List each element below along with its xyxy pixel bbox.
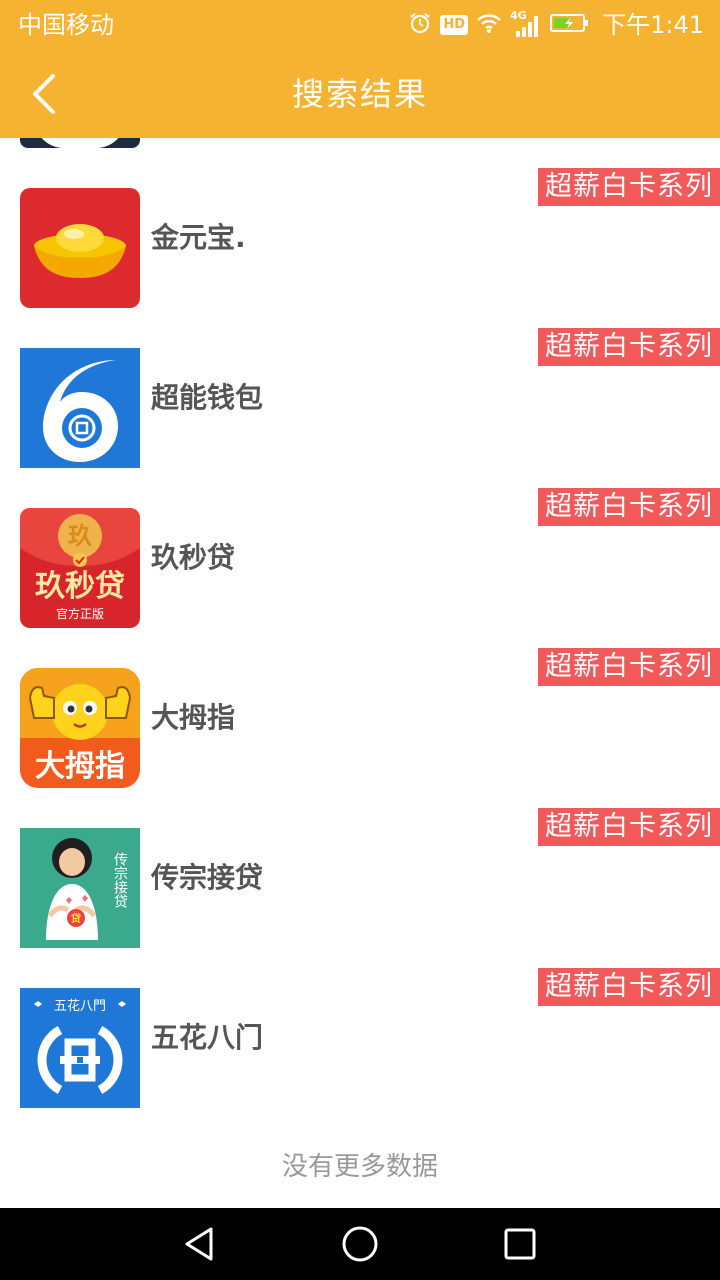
list-item[interactable]: 大拇指 大拇指 超薪白卡系列 [0,648,720,808]
icon-coin-text: 玖 [68,522,92,550]
system-recents-button[interactable] [475,1208,565,1280]
icon-title-text: 五花八門 [54,998,106,1014]
series-tag: 超薪白卡系列 [538,808,720,846]
app-name: 玖秒贷 [151,541,236,574]
chuanzong-app-icon: 贷 传宗接贷 [20,828,140,948]
icon-vertical-text: 传宗接贷 [112,852,128,908]
home-circle-icon [342,1226,378,1262]
alarm-icon [408,11,432,39]
jiumiaodai-app-icon: 玖 玖秒贷 官方正版 [20,508,140,628]
page-title: 搜索结果 [291,75,428,113]
hd-icon: HD [440,15,469,35]
icon-subtitle-text: 官方正版 [56,606,104,621]
wifi-icon [476,12,502,38]
list-item[interactable]: 金元宝. 超薪白卡系列 [0,168,720,328]
list-item[interactable]: 超能钱包 超薪白卡系列 [0,328,720,488]
no-more-data-text: 没有更多数据 [281,1152,438,1182]
recents-square-icon [504,1228,536,1260]
icon-title-text: 大拇指 [35,749,125,784]
status-bar: 中国移动 HD 4G 下午1:41 [0,0,720,50]
super-wallet-app-icon [20,348,140,468]
system-home-button[interactable] [315,1208,405,1280]
app-name: 超能钱包 [151,381,264,414]
series-tag: 超薪白卡系列 [538,488,720,526]
icon-title-text: 玖秒贷 [35,569,125,604]
list-item[interactable]: 贷 传宗接贷 传宗接贷 超薪白卡系列 [0,808,720,968]
series-tag: 超薪白卡系列 [538,968,720,1006]
status-time: 下午1:41 [602,11,704,39]
status-icons: HD 4G 下午1:41 [408,8,704,42]
battery-charging-icon [550,12,590,38]
app-name: 金元宝. [151,221,246,254]
app-name: 大拇指 [151,701,236,734]
list-item[interactable]: 五花八門 五花八门 超薪白卡系列 [0,968,720,1128]
series-tag: 超薪白卡系列 [538,168,720,206]
signal-icon: 4G [510,9,542,39]
thumbs-up-app-icon: 大拇指 [20,668,140,788]
system-navigation-bar [0,1208,720,1280]
system-back-button[interactable] [155,1208,245,1280]
results-list[interactable]: 金元宝. 超薪白卡系列 超能钱包 超薪白卡系列 玖 玖秒贷 官方正版 玖秒贷 超… [0,138,720,1208]
back-triangle-icon [185,1227,213,1261]
app-name: 五花八门 [151,1021,264,1054]
gold-ingot-app-icon [20,188,140,308]
carrier-name: 中国移动 [18,11,114,39]
partial-app-icon [20,138,140,148]
wuhuabamen-app-icon: 五花八門 [20,988,140,1108]
app-name: 传宗接贷 [151,861,264,894]
header-bar: 搜索结果 [0,50,720,138]
series-tag: 超薪白卡系列 [538,648,720,686]
icon-badge-text: 贷 [70,912,81,925]
list-item[interactable]: 玖 玖秒贷 官方正版 玖秒贷 超薪白卡系列 [0,488,720,648]
series-tag: 超薪白卡系列 [538,328,720,366]
